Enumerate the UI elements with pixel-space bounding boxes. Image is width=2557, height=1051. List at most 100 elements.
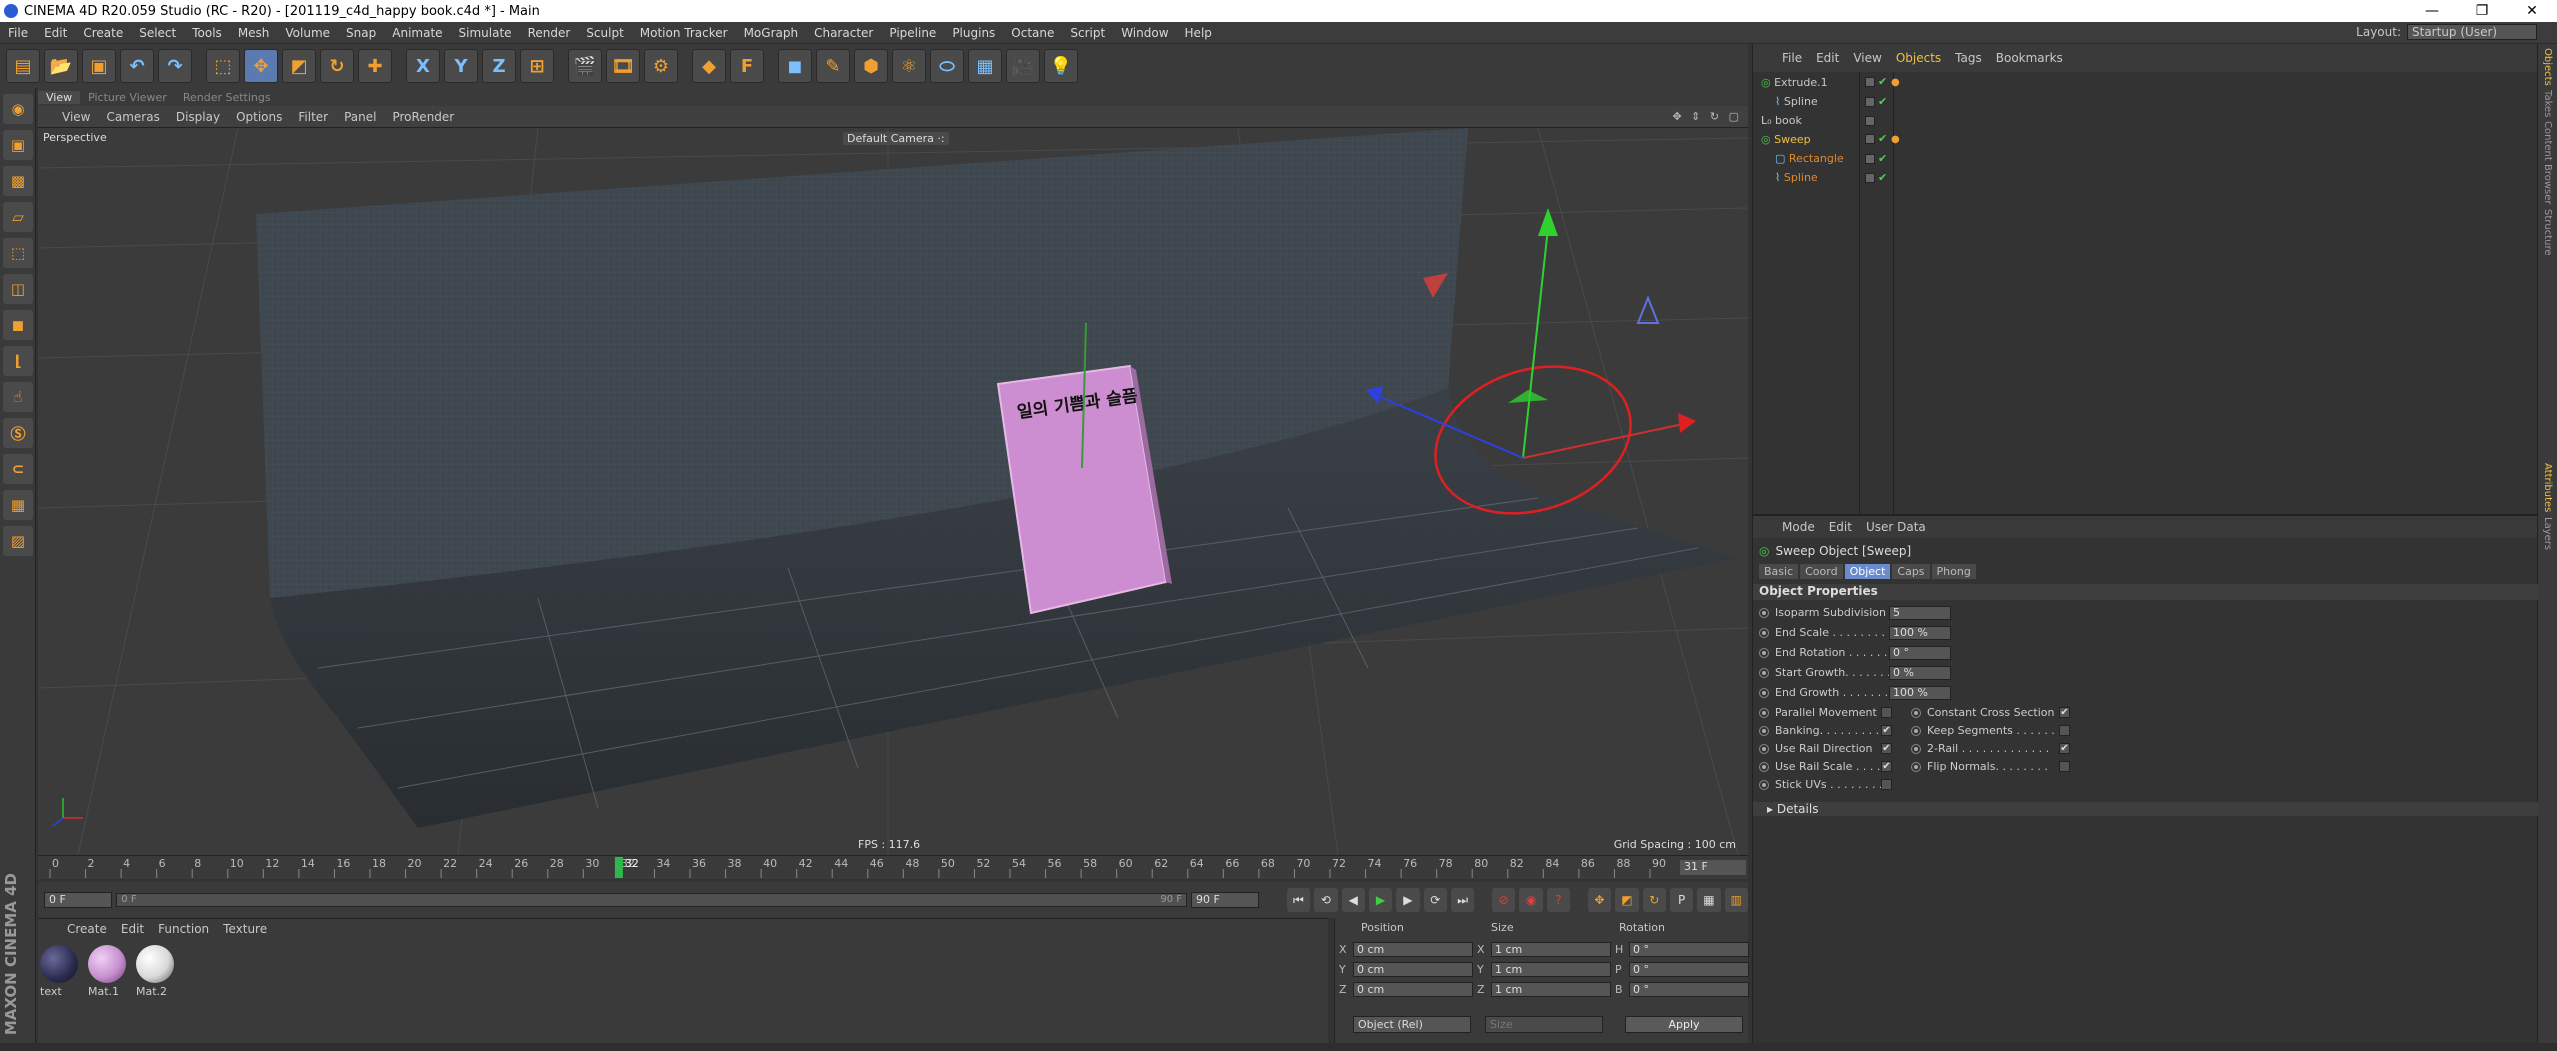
- menu-motion-tracker[interactable]: Motion Tracker: [632, 26, 736, 40]
- previous-frame-icon[interactable]: ◀: [1341, 888, 1365, 912]
- menu-mograph[interactable]: MoGraph: [736, 26, 807, 40]
- attribute-menu-user-data[interactable]: User Data: [1859, 520, 1933, 534]
- end-rotation-field[interactable]: 0 °: [1889, 645, 1951, 660]
- isoparm-subdivision-field[interactable]: 5: [1889, 605, 1951, 620]
- menu-plugins[interactable]: Plugins: [944, 26, 1003, 40]
- details-section-toggle[interactable]: ▸ Details: [1753, 802, 2538, 816]
- menu-simulate[interactable]: Simulate: [451, 26, 520, 40]
- start-frame-field[interactable]: 0 F: [44, 892, 113, 908]
- stick-uvs-checkbox[interactable]: [1881, 779, 1892, 790]
- menu-edit[interactable]: Edit: [36, 26, 75, 40]
- pen-spline-icon[interactable]: ✎: [816, 49, 850, 83]
- add-tool-icon[interactable]: ✚: [358, 49, 392, 83]
- animate-dot-icon[interactable]: [1911, 743, 1921, 754]
- coordinate-mode-dropdown[interactable]: Object (Rel): [1353, 1016, 1471, 1033]
- solo-mode-icon[interactable]: Ⓢ: [3, 418, 33, 448]
- light-icon[interactable]: 💡: [1044, 49, 1078, 83]
- z-axis-lock-icon[interactable]: Z: [482, 49, 516, 83]
- end-frame-field[interactable]: 90 F: [1191, 892, 1260, 908]
- coordinate-system-icon[interactable]: ⊞: [520, 49, 554, 83]
- texture-mode-icon[interactable]: ▩: [3, 166, 33, 196]
- f-plugin-icon[interactable]: F: [730, 49, 764, 83]
- snap-icon[interactable]: ⊂: [3, 454, 33, 484]
- parallel-movement-checkbox[interactable]: [1881, 707, 1892, 718]
- object-row-book[interactable]: L₀ book: [1753, 111, 2538, 130]
- tab-basic[interactable]: Basic: [1759, 564, 1799, 579]
- animate-dot-icon[interactable]: [1911, 707, 1921, 718]
- key-scale-icon[interactable]: ◩: [1615, 888, 1639, 912]
- menu-snap[interactable]: Snap: [338, 26, 384, 40]
- new-file-icon[interactable]: ▤: [6, 49, 40, 83]
- live-select-icon[interactable]: ⬚: [206, 49, 240, 83]
- tab-render-settings[interactable]: Render Settings: [175, 91, 279, 104]
- workplane-icon[interactable]: ▱: [3, 202, 33, 232]
- end-growth-field[interactable]: 100 %: [1889, 685, 1951, 700]
- y-axis-lock-icon[interactable]: Y: [444, 49, 478, 83]
- menu-character[interactable]: Character: [806, 26, 881, 40]
- move-tool-icon[interactable]: ✥: [244, 49, 278, 83]
- menu-window[interactable]: Window: [1113, 26, 1176, 40]
- viewport-menu-cameras[interactable]: Cameras: [98, 110, 167, 124]
- object-row-spline[interactable]: ⌇ Spline ✔: [1753, 92, 2538, 111]
- menu-volume[interactable]: Volume: [277, 26, 338, 40]
- active-camera-label[interactable]: Default Camera ·:: [843, 132, 949, 145]
- go-to-end-icon[interactable]: ⏭: [1450, 888, 1475, 912]
- enabled-check-icon[interactable]: ✔: [1878, 172, 1888, 183]
- x-axis-lock-icon[interactable]: X: [406, 49, 440, 83]
- attribute-menu-edit[interactable]: Edit: [1822, 520, 1859, 534]
- animate-dot-icon[interactable]: [1759, 707, 1769, 718]
- tag-icon[interactable]: ●: [1891, 134, 1900, 145]
- enabled-check-icon[interactable]: ✔: [1878, 133, 1888, 144]
- tab-takes[interactable]: Takes: [2542, 90, 2553, 117]
- keyframe-selection-icon[interactable]: ?: [1546, 888, 1571, 912]
- planar-workplane-icon[interactable]: ▨: [3, 526, 33, 556]
- record-active-icon[interactable]: ⊘: [1492, 888, 1516, 912]
- use-rail-scale-checkbox[interactable]: ✔: [1881, 761, 1892, 772]
- render-picture-viewer-icon[interactable]: 🎞: [606, 49, 640, 83]
- previous-key-icon[interactable]: ⟲: [1314, 888, 1338, 912]
- animate-dot-icon[interactable]: [1759, 687, 1769, 698]
- cube-primitive-icon[interactable]: ◼: [778, 49, 812, 83]
- save-icon[interactable]: ▣: [82, 49, 116, 83]
- next-frame-icon[interactable]: ▶: [1396, 888, 1420, 912]
- render-settings-icon[interactable]: ⚙: [644, 49, 678, 83]
- animate-dot-icon[interactable]: [1759, 627, 1769, 638]
- menu-render[interactable]: Render: [520, 26, 579, 40]
- menu-file[interactable]: File: [0, 26, 36, 40]
- animate-dot-icon[interactable]: [1759, 743, 1769, 754]
- tab-content-browser[interactable]: Content Browser: [2542, 121, 2553, 204]
- viewport-menu-filter[interactable]: Filter: [290, 110, 336, 124]
- animate-dot-icon[interactable]: [1911, 725, 1921, 736]
- menu-script[interactable]: Script: [1062, 26, 1113, 40]
- tab-picture-viewer[interactable]: Picture Viewer: [80, 91, 175, 104]
- menu-select[interactable]: Select: [131, 26, 184, 40]
- viewport-menu-view[interactable]: View: [38, 110, 98, 124]
- animate-dot-icon[interactable]: [1911, 761, 1921, 772]
- deformer-icon[interactable]: ⬭: [930, 49, 964, 83]
- menu-create[interactable]: Create: [75, 26, 131, 40]
- minimize-button[interactable]: —: [2407, 3, 2457, 19]
- tab-object[interactable]: Object: [1844, 564, 1891, 579]
- go-to-start-icon[interactable]: ⏮: [1286, 888, 1311, 912]
- keep-segments-checkbox[interactable]: [2059, 725, 2070, 736]
- material-menu-edit[interactable]: Edit: [114, 922, 151, 936]
- material-menu-function[interactable]: Function: [151, 922, 216, 936]
- tab-objects[interactable]: Objects: [2542, 48, 2553, 86]
- play-icon[interactable]: ▶: [1368, 888, 1393, 912]
- attribute-menu-mode[interactable]: Mode: [1775, 520, 1822, 534]
- close-button[interactable]: ✕: [2507, 3, 2557, 19]
- banking-checkbox[interactable]: ✔: [1881, 725, 1892, 736]
- visibility-toggle-icon[interactable]: [1865, 134, 1875, 144]
- autokey-icon[interactable]: ◉: [1519, 888, 1543, 912]
- object-row-sweep[interactable]: ◎ Sweep ✔ ●: [1753, 130, 2538, 149]
- material-menu-create[interactable]: Create: [60, 922, 114, 936]
- viewport-menu-display[interactable]: Display: [168, 110, 228, 124]
- tab-phong[interactable]: Phong: [1931, 564, 1976, 579]
- enabled-check-icon[interactable]: ✔: [1878, 153, 1888, 164]
- open-file-icon[interactable]: 📂: [44, 49, 78, 83]
- camera-icon[interactable]: 🎥: [1006, 49, 1040, 83]
- menu-pipeline[interactable]: Pipeline: [881, 26, 944, 40]
- end-scale-field[interactable]: 100 %: [1889, 625, 1951, 640]
- menu-tools[interactable]: Tools: [184, 26, 230, 40]
- tab-view[interactable]: View: [38, 90, 81, 104]
